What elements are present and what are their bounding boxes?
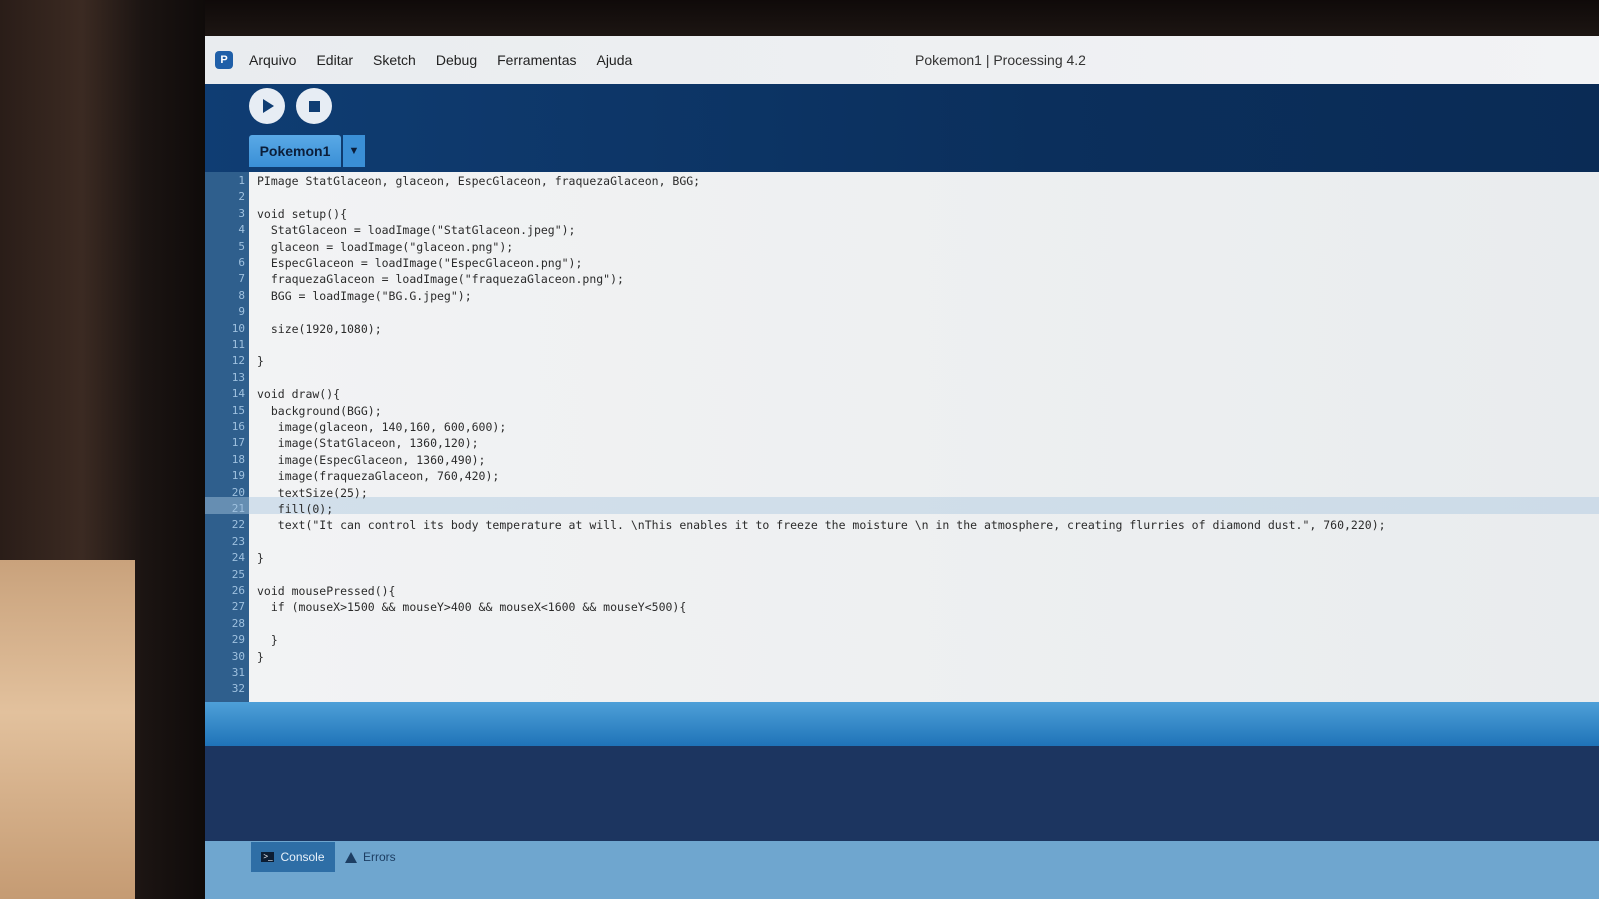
code-line: PImage StatGlaceon, glaceon, EspecGlaceo… (257, 174, 701, 188)
play-icon (263, 99, 274, 113)
window-title: Pokemon1 | Processing 4.2 (915, 52, 1086, 68)
warning-icon (345, 851, 357, 863)
code-line: } (257, 551, 264, 566)
line-number: 1 (238, 174, 245, 187)
line-number: 6 (238, 256, 245, 269)
stop-icon (308, 100, 320, 112)
line-number: 21 (231, 502, 245, 515)
editor-scrollbar-band[interactable] (205, 702, 1599, 746)
line-number: 19 (231, 469, 245, 483)
line-number: 7 (238, 272, 245, 286)
desk-surface (0, 560, 135, 899)
line-number: 22 (231, 518, 245, 532)
menu-bar: P Arquivo Editar Sketch Debug Ferramenta… (205, 36, 1599, 84)
code-line: } (257, 649, 264, 664)
code-editor[interactable]: 1 2 3 4 5 6 7 8 9 10 11 12 13 14 15 16 17 18 19 20 21 22 23 24 2… (205, 172, 1599, 702)
code-line: if (mouseX>1500 && mouseY>400 && mouseX<… (257, 600, 687, 615)
code-line: image(EspecGlaceon, 1360,490); (257, 452, 486, 467)
chevron-down-icon: ▼ (348, 145, 360, 157)
line-number: 8 (238, 288, 245, 302)
code-line: void mousePressed(){ (257, 584, 396, 598)
errors-tab-label: Errors (363, 850, 396, 864)
line-number: 13 (231, 370, 245, 384)
tab-menu-button[interactable]: ▼ (343, 135, 365, 167)
line-number: 2 (238, 190, 245, 204)
terminal-icon: >_ (261, 852, 275, 862)
menu-sketch[interactable]: Sketch (373, 52, 416, 68)
line-number: 17 (231, 436, 245, 450)
processing-window: P Arquivo Editar Sketch Debug Ferramenta… (205, 36, 1599, 899)
code-line: EspecGlaceon = loadImage("EspecGlaceon.p… (257, 256, 583, 270)
line-number: 28 (231, 616, 245, 630)
code-line: image(fraquezaGlaceon, 760,420); (257, 469, 500, 484)
tab-pokemon1[interactable]: Pokemon1 (249, 135, 341, 167)
line-number: 24 (231, 551, 245, 565)
toolbar (205, 84, 1599, 172)
line-number: 25 (231, 567, 245, 581)
console-tab-label: Console (280, 850, 325, 864)
code-line: glaceon = loadImage("glaceon.png"); (257, 239, 514, 254)
stop-button[interactable] (296, 88, 332, 124)
code-line: background(BGG); (257, 403, 382, 418)
code-line: textSize(25); (257, 485, 368, 500)
line-number: 11 (231, 338, 245, 351)
processing-logo-icon[interactable]: P (215, 51, 233, 69)
code-line: size(1920,1080); (257, 321, 382, 336)
code-line: BGG = loadImage("BG.G.jpeg"); (257, 288, 472, 303)
code-line: fill(0); (257, 502, 334, 516)
line-number: 31 (231, 666, 245, 679)
code-line: void setup(){ (257, 206, 348, 221)
line-number: 27 (231, 600, 245, 614)
line-number: 18 (231, 452, 245, 466)
console-tab[interactable]: >_ Console (251, 842, 335, 872)
run-button[interactable] (249, 88, 285, 124)
line-number: 9 (238, 305, 245, 319)
menu-debug[interactable]: Debug (436, 52, 477, 68)
line-number: 26 (231, 584, 245, 597)
code-line: } (257, 633, 278, 648)
line-number: 29 (231, 633, 245, 647)
menu-arquivo[interactable]: Arquivo (249, 52, 296, 68)
line-number: 3 (238, 206, 245, 220)
menu-ferramentas[interactable]: Ferramentas (497, 52, 576, 68)
current-line-highlight (205, 497, 1599, 514)
code-line: StatGlaceon = loadImage("StatGlaceon.jpe… (257, 223, 576, 238)
line-number: 5 (238, 239, 245, 253)
code-line: fraquezaGlaceon = loadImage("fraquezaGla… (257, 272, 624, 287)
line-number: 30 (231, 649, 245, 663)
line-number: 32 (231, 682, 245, 696)
line-number: 10 (231, 321, 245, 335)
code-line: void draw(){ (257, 387, 341, 402)
code-line: text("It can control its body temperatur… (257, 518, 1386, 533)
code-line: image(StatGlaceon, 1360,120); (257, 436, 479, 451)
line-number: 12 (231, 354, 245, 368)
errors-tab[interactable]: Errors (345, 842, 415, 872)
line-number: 15 (231, 403, 245, 417)
console-output (205, 746, 1599, 841)
monitor-bezel-top (0, 0, 1599, 38)
line-number: 4 (238, 223, 245, 237)
menu-editar[interactable]: Editar (316, 52, 353, 68)
line-number: 20 (231, 485, 245, 499)
line-number: 16 (231, 420, 245, 433)
line-number: 14 (231, 387, 245, 401)
menu-ajuda[interactable]: Ajuda (596, 52, 632, 68)
code-line: } (257, 354, 264, 369)
line-number: 23 (231, 534, 245, 548)
code-line: image(glaceon, 140,160, 600,600); (257, 420, 507, 434)
